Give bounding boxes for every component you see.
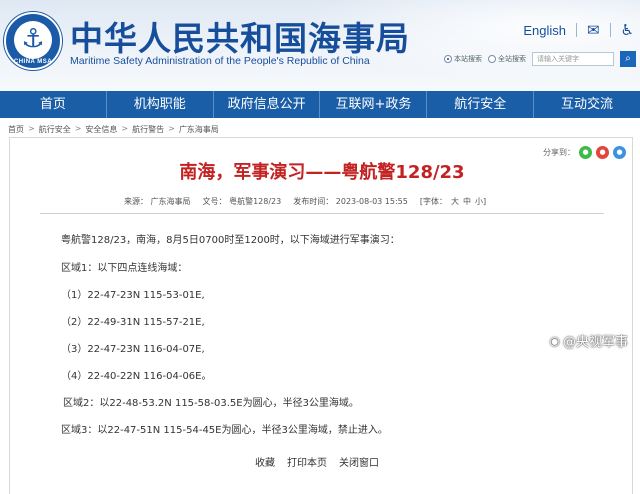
breadcrumb-navigation-safety[interactable]: 航行安全 (39, 124, 71, 135)
english-link[interactable]: English (523, 23, 566, 38)
article-paragraph: （3）22-47-23N 116-04-07E, (61, 344, 205, 355)
search-area: 本站搜索 全站搜索 请输入关键字 ⌕ (444, 51, 636, 67)
article-paragraph: 区域3：以22-47-51N 115-54-45E为圆心，半径3公里海域，禁止进… (61, 425, 388, 436)
article-doc-no: 文号： 粤航警128/23 (202, 197, 282, 206)
font-size-small[interactable]: 小] (475, 196, 486, 207)
msa-logo[interactable]: ⚓ CHINA MSA (4, 12, 62, 70)
article-paragraph: （4）22-40-22N 116-04-06E。 (61, 371, 212, 382)
font-size-medium[interactable]: 中 (463, 196, 471, 207)
watermark-text: @央视军事 (562, 335, 628, 350)
article-meta: 来源： 广东海事局 文号： 粤航警128/23 发布时间： 2023-08-03… (124, 196, 486, 207)
divider (609, 23, 611, 37)
radio-dot-selected[interactable] (444, 55, 452, 63)
nav-item-navigation-safety[interactable]: 航行安全 (427, 91, 535, 118)
breadcrumb-separator: > (28, 124, 35, 133)
breadcrumb-safety-info[interactable]: 安全信息 (85, 124, 117, 135)
radio-full-search[interactable]: 全站搜索 (488, 54, 526, 64)
font-size-label: [字体： (419, 197, 447, 206)
favorite-link[interactable]: 收藏 (255, 454, 275, 469)
share-label: 分享到： (543, 148, 575, 157)
breadcrumb-separator: > (74, 124, 82, 133)
font-size-large[interactable]: 大 (451, 196, 459, 207)
breadcrumb-nav-warning[interactable]: 航行警告 (132, 124, 164, 135)
site-title[interactable]: 中华人民共和国海事局 (70, 12, 410, 60)
nav-item-functions[interactable]: 机构职能 (107, 91, 214, 118)
article-paragraph: 区域1：以下四点连线海域： (61, 263, 188, 274)
top-links: English ✉ ♿ (523, 22, 634, 38)
close-window-link[interactable]: 关闭窗口 (339, 454, 379, 469)
breadcrumb-separator: > (121, 124, 129, 133)
article-actions: 收藏 打印本页 关闭窗口 (255, 454, 379, 469)
nav-item-internet-gov[interactable]: 互联网+政务 (320, 91, 428, 118)
mail-icon[interactable]: ✉ (587, 22, 600, 38)
search-input[interactable]: 请输入关键字 (532, 52, 614, 66)
breadcrumb: 首页 > 航行安全 > 安全信息 > 航行警告 > 广东海事局 (8, 124, 219, 135)
site-subtitle: Maritime Safety Administration of the Pe… (70, 55, 370, 67)
print-link[interactable]: 打印本页 (287, 454, 327, 469)
watermark: ◉ @央视军事 (549, 331, 629, 351)
article-date: 发布时间： 2023-08-03 15:55 (293, 197, 408, 206)
accessibility-icon[interactable]: ♿ (621, 22, 634, 38)
search-icon: ⌕ (625, 53, 631, 64)
nav-item-home[interactable]: 首页 (0, 91, 107, 118)
divider (575, 23, 577, 37)
nav-item-gov-info[interactable]: 政府信息公开 (214, 91, 321, 118)
article-source: 来源： 广东海事局 (124, 197, 191, 206)
radio-label: 本站搜索 (454, 55, 482, 63)
article-title: 南海，军事演习——粤航警128/23 (179, 162, 465, 183)
main-nav: 首页 机构职能 政府信息公开 互联网+政务 航行安全 互动交流 (0, 91, 640, 118)
weibo-icon: ◉ (549, 333, 560, 348)
radio-dot[interactable] (488, 55, 496, 63)
breadcrumb-guangdong[interactable]: 广东海事局 (179, 124, 219, 135)
font-size-switcher: [字体： 大 中 小] (420, 196, 486, 207)
search-button[interactable]: ⌕ (620, 51, 636, 67)
site-header: ⚓ CHINA MSA 中华人民共和国海事局 Maritime Safety A… (0, 0, 640, 91)
title-divider (40, 213, 604, 214)
breadcrumb-home[interactable]: 首页 (8, 124, 24, 135)
article-paragraph: 区域2：以22-48-53.2N 115-58-03.5E为圆心，半径3公里海域… (63, 398, 359, 409)
article-paragraph: 粤航警128/23，南海，8月5日0700时至1200时，以下海域进行军事演习： (61, 235, 400, 246)
radio-site-search[interactable]: 本站搜索 (444, 54, 482, 64)
anchor-icon: ⚓ (21, 24, 45, 54)
breadcrumb-separator: > (168, 124, 175, 133)
logo-center: ⚓ (14, 21, 52, 59)
logo-text: CHINA MSA (13, 59, 53, 65)
article-paragraph: （2）22-49-31N 115-57-21E, (61, 317, 205, 328)
article-panel: 分享到： ● ● ● 南海，军事演习——粤航警128/23 来源： 广东海事局 … (9, 137, 633, 494)
nav-item-interaction[interactable]: 互动交流 (534, 91, 640, 118)
radio-label: 全站搜索 (498, 55, 526, 63)
article-paragraph: （1）22-47-23N 115-53-01E, (61, 290, 205, 301)
